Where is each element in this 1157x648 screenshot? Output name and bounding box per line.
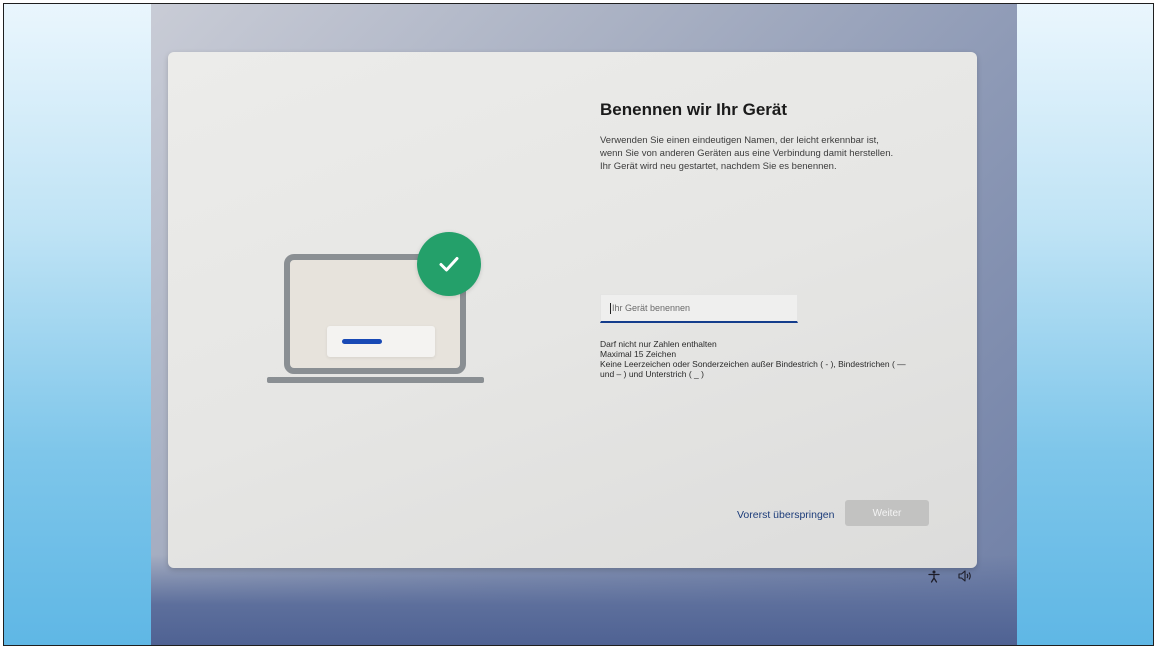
description-line: Ihr Gerät wird neu gestartet, nachdem Si… bbox=[600, 161, 837, 172]
skip-link[interactable]: Vorerst überspringen bbox=[737, 509, 834, 521]
name-bar-graphic bbox=[342, 339, 382, 344]
monitor-photo: Benennen wir Ihr Gerät Verwenden Sie ein… bbox=[151, 4, 1017, 645]
text-cursor bbox=[610, 303, 611, 314]
description-line: wenn Sie von anderen Geräten aus eine Ve… bbox=[600, 148, 894, 159]
photo-bottom-band bbox=[151, 555, 1017, 645]
rule-item: und – ) und Unterstrich ( _ ) bbox=[600, 369, 704, 379]
rule-item: Maximal 15 Zeichen bbox=[600, 349, 677, 359]
rule-item: Keine Leerzeichen oder Sonderzeichen auß… bbox=[600, 359, 906, 369]
oobe-dialog: Benennen wir Ihr Gerät Verwenden Sie ein… bbox=[168, 52, 977, 568]
next-button[interactable]: Weiter bbox=[845, 500, 929, 526]
slide-frame: Benennen wir Ihr Gerät Verwenden Sie ein… bbox=[3, 3, 1154, 646]
system-tray bbox=[927, 569, 972, 583]
device-illustration bbox=[267, 232, 503, 387]
checkmark-icon bbox=[417, 232, 481, 296]
name-rules-list: Darf nicht nur Zahlen enthalten Maximal … bbox=[600, 339, 906, 379]
speaker-icon[interactable] bbox=[958, 569, 972, 583]
description: Verwenden Sie einen eindeutigen Namen, d… bbox=[600, 134, 945, 173]
description-line: Verwenden Sie einen eindeutigen Namen, d… bbox=[600, 135, 879, 146]
laptop-base-graphic bbox=[267, 377, 484, 383]
rule-item: Darf nicht nur Zahlen enthalten bbox=[600, 339, 717, 349]
name-card-graphic bbox=[327, 326, 435, 357]
device-name-input[interactable] bbox=[600, 294, 798, 323]
page-title: Benennen wir Ihr Gerät bbox=[600, 100, 788, 119]
accessibility-icon[interactable] bbox=[927, 569, 941, 583]
